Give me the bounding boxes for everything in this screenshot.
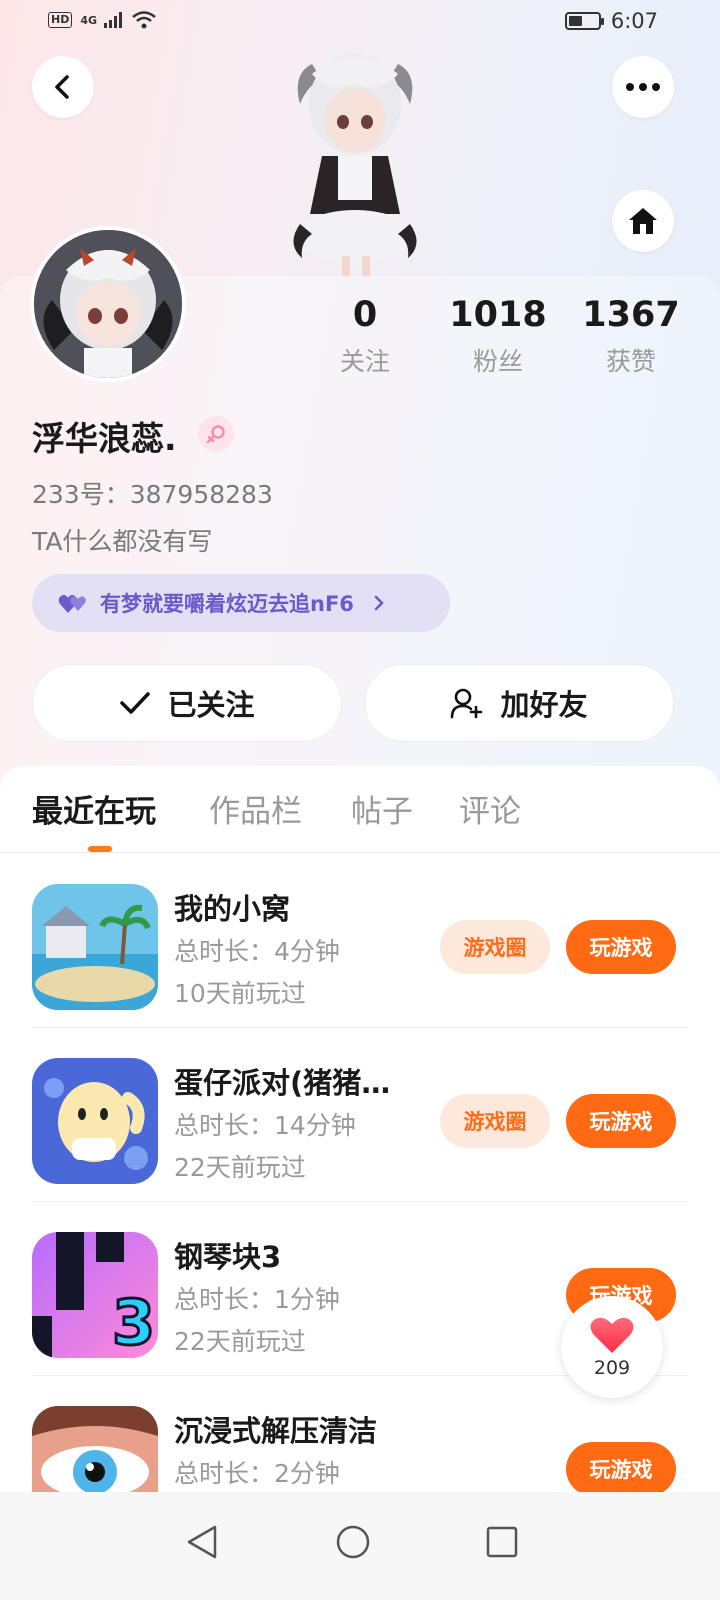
game-last-played: 22天前玩过 <box>174 1327 306 1356</box>
game-title: 沉浸式解压清洁 <box>174 1414 378 1448</box>
clock: 6:07 <box>610 9 658 33</box>
nav-back-button[interactable] <box>172 1512 232 1572</box>
more-button[interactable] <box>612 56 674 118</box>
game-title: 我的小窝 <box>174 892 291 926</box>
game-circle-button[interactable]: 游戏圈 <box>440 920 550 974</box>
check-icon <box>120 692 151 714</box>
battery-icon <box>564 12 604 30</box>
play-game-button[interactable]: 玩游戏 <box>566 920 676 974</box>
game-duration: 总时长：1分钟 <box>174 1285 340 1314</box>
like-float-button[interactable]: 209 <box>561 1296 663 1398</box>
motto-text: 有梦就要嚼着炫迈去追nF6 <box>100 592 354 616</box>
likes-label: 获赞 <box>605 347 656 376</box>
tab-divider <box>0 852 720 853</box>
chevron-right-icon <box>374 595 384 611</box>
heart-pair-icon <box>58 594 86 613</box>
heart-icon <box>590 1317 634 1353</box>
game-duration: 总时长：4分钟 <box>174 937 340 966</box>
tab-works[interactable]: 作品栏 <box>209 786 302 831</box>
network-type: 4G <box>80 13 98 27</box>
triangle-back-icon <box>187 1525 217 1559</box>
more-dots-icon <box>626 83 660 91</box>
gender-female-badge <box>198 416 234 452</box>
game-duration: 总时长：14分钟 <box>174 1111 356 1140</box>
bio: TA什么都没有写 <box>32 527 213 556</box>
home-button[interactable] <box>612 190 674 252</box>
following-count: 0 <box>352 295 378 335</box>
user-id: 233号：387958283 <box>32 480 273 509</box>
game-duration: 总时长：2分钟 <box>174 1459 340 1488</box>
nickname: 浮华浪蕊. <box>32 419 177 458</box>
square-recents-icon <box>486 1526 518 1558</box>
avatar-image <box>34 230 182 378</box>
circle-home-icon <box>336 1525 370 1559</box>
home-icon <box>629 208 657 234</box>
avatar[interactable] <box>30 226 186 382</box>
tab-comments[interactable]: 评论 <box>459 786 521 831</box>
add-friend-button[interactable]: 加好友 <box>364 664 674 742</box>
game-title: 蛋仔派对(猪猪… <box>174 1066 391 1100</box>
system-nav-bar <box>0 1492 720 1600</box>
following-label: 关注 <box>339 347 390 376</box>
fans-label: 粉丝 <box>472 347 523 376</box>
game-last-played: 22天前玩过 <box>174 1153 306 1182</box>
followed-label: 已关注 <box>167 688 255 722</box>
tab-recently-played[interactable]: 最近在玩 <box>32 786 156 831</box>
wifi-icon <box>132 11 156 29</box>
chevron-left-icon <box>55 75 69 99</box>
stat-likes[interactable]: 1367 获赞 <box>571 294 691 378</box>
signal-icon <box>104 12 123 28</box>
svg-text:3: 3 <box>112 1286 155 1358</box>
female-icon <box>206 425 225 444</box>
tab-posts[interactable]: 帖子 <box>351 786 413 831</box>
list-item-game[interactable]: 我的小窝 总时长：4分钟 10天前玩过 游戏圈 玩游戏 <box>0 854 720 1028</box>
game-circle-button[interactable]: 游戏圈 <box>440 1094 550 1148</box>
back-button[interactable] <box>32 56 94 118</box>
battery-level <box>568 16 582 26</box>
banner-character-image <box>293 54 417 276</box>
add-friend-label: 加好友 <box>500 688 588 722</box>
likes-count: 1367 <box>582 295 680 335</box>
list-item-game[interactable]: 蛋仔派对(猪猪… 总时长：14分钟 22天前玩过 游戏圈 玩游戏 <box>0 1028 720 1202</box>
game-title: 钢琴块3 <box>174 1240 282 1274</box>
motto-pill[interactable]: 有梦就要嚼着炫迈去追nF6 <box>32 574 450 632</box>
status-bar: HD 4G 6:07 <box>0 0 720 44</box>
game-icon-piano-tiles-3: 3 <box>32 1232 158 1358</box>
nav-recents-button[interactable] <box>472 1512 532 1572</box>
play-game-button[interactable]: 玩游戏 <box>566 1442 676 1496</box>
like-count: 209 <box>593 1357 631 1379</box>
stat-fans[interactable]: 1018 粉丝 <box>438 294 558 378</box>
add-user-icon <box>451 688 483 719</box>
followed-button[interactable]: 已关注 <box>32 664 342 742</box>
stat-following[interactable]: 0 关注 <box>305 294 425 378</box>
game-icon-my-nest <box>32 884 158 1010</box>
hd-indicator: HD <box>48 12 73 28</box>
nav-home-button[interactable] <box>323 1512 383 1572</box>
play-game-button[interactable]: 玩游戏 <box>566 1094 676 1148</box>
fans-count: 1018 <box>449 295 547 335</box>
game-icon-eggy-party <box>32 1058 158 1184</box>
game-last-played: 10天前玩过 <box>174 979 306 1008</box>
